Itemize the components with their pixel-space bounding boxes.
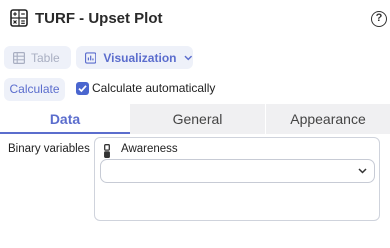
tab-bar: Data General Appearance [0,104,390,134]
binary-variable-icon [104,144,110,158]
tab-general[interactable]: General [130,104,265,134]
chevron-down-icon [184,55,193,60]
table-icon [13,51,25,64]
tab-appearance[interactable]: Appearance [265,104,390,134]
check-icon [78,85,87,93]
help-icon[interactable]: ? [371,11,387,27]
variable-awareness[interactable]: Awareness [121,142,178,157]
tab-data[interactable]: Data [0,104,130,134]
chevron-down-icon [358,168,367,174]
bar-chart-icon [85,51,97,64]
calculate-button[interactable]: Calculate [4,78,65,101]
table-view-label: Table [31,50,60,65]
auto-calculate-checkbox[interactable] [76,82,89,95]
visualization-label: Visualization [103,50,177,65]
page-title: TURF - Upset Plot [35,10,163,27]
calculator-icon [10,9,28,27]
binary-variables-label: Binary variables [8,143,90,155]
visualization-dropdown[interactable]: Visualization [76,46,193,69]
binary-variables-dropzone[interactable]: Awareness [94,137,380,221]
auto-calculate-label: Calculate automatically [92,81,216,95]
header: TURF - Upset Plot ? [0,0,390,40]
table-view-button[interactable]: Table [4,46,71,69]
variable-select[interactable] [100,159,375,183]
